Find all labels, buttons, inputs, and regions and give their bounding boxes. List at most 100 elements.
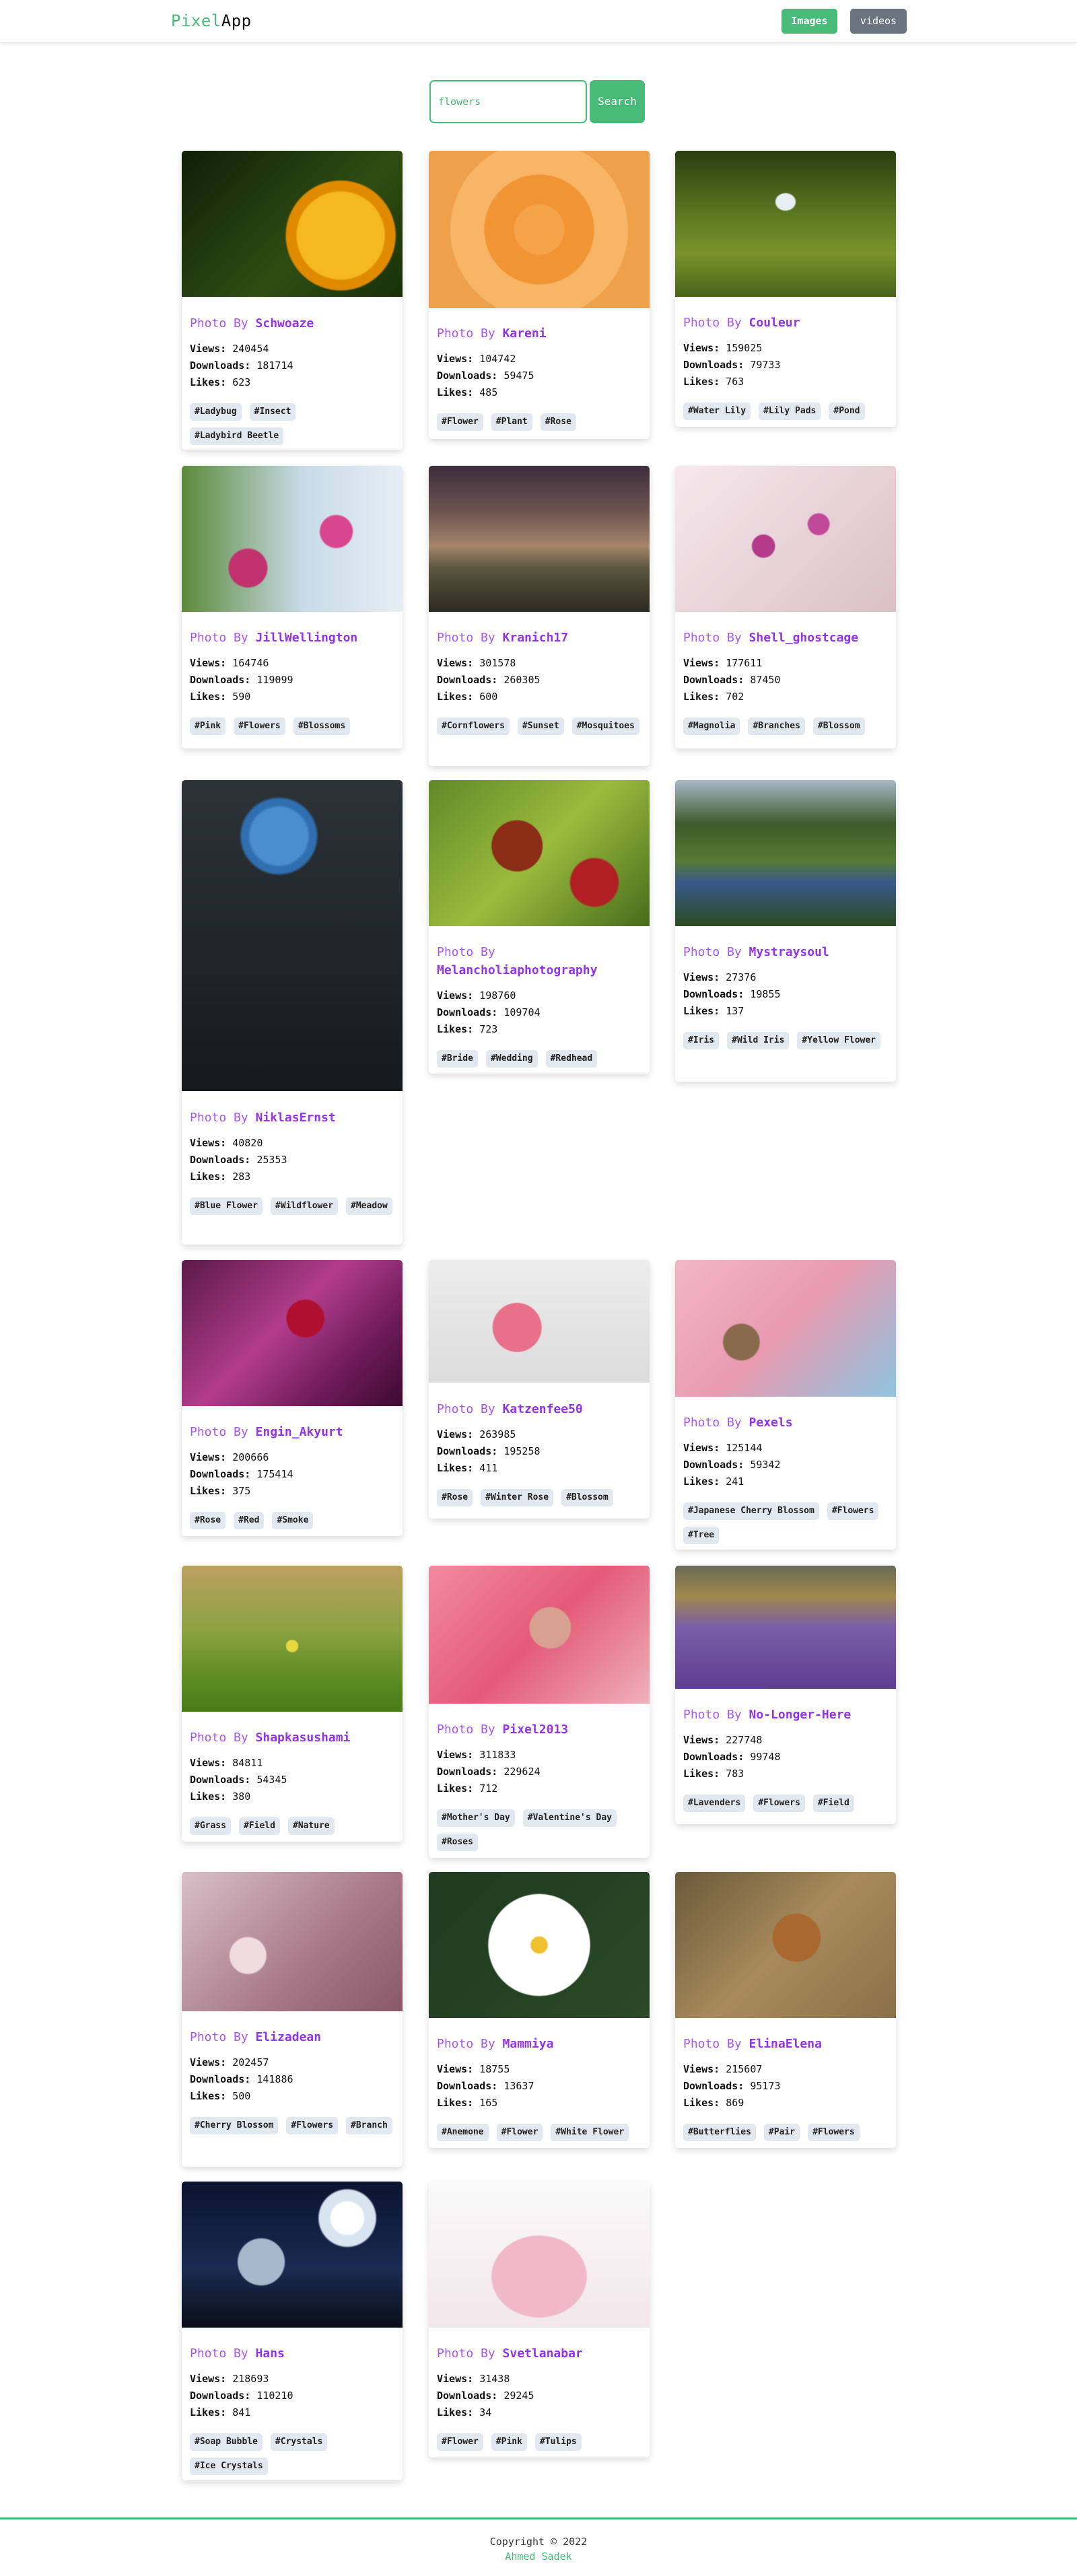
- brand-logo[interactable]: PixelApp: [171, 11, 252, 30]
- tag-badge[interactable]: #Flowers: [808, 2124, 860, 2141]
- tag-badge[interactable]: #Lavenders: [683, 1795, 746, 1812]
- card-photo[interactable]: [182, 1566, 403, 1712]
- card-author[interactable]: Couleur: [749, 316, 800, 330]
- tag-badge[interactable]: #Pink: [190, 718, 226, 735]
- tag-badge[interactable]: #Blue Flower: [190, 1197, 263, 1215]
- tag-badge[interactable]: #Flowers: [234, 718, 285, 735]
- card-author[interactable]: Shell_ghostcage: [749, 631, 859, 645]
- card-author[interactable]: Katzenfee50: [503, 1402, 583, 1416]
- card-author[interactable]: Mystraysoul: [749, 945, 829, 959]
- tag-badge[interactable]: #Flower: [437, 2433, 483, 2451]
- tag-badge[interactable]: #Redhead: [545, 1050, 598, 1068]
- card-photo[interactable]: [429, 151, 650, 308]
- tag-badge[interactable]: #Winter Rose: [481, 1489, 554, 1506]
- tag-badge[interactable]: #Plant: [491, 413, 532, 431]
- tag-badge[interactable]: #Rose: [437, 1489, 473, 1506]
- card-photo[interactable]: [675, 1260, 896, 1397]
- tag-badge[interactable]: #Magnolia: [683, 718, 740, 735]
- tag-badge[interactable]: #Valentine's Day: [522, 1809, 617, 1827]
- tag-badge[interactable]: #Yellow Flower: [797, 1032, 880, 1049]
- tag-badge[interactable]: #Crystals: [270, 2433, 328, 2451]
- tag-badge[interactable]: #Mosquitoes: [571, 718, 639, 735]
- tag-badge[interactable]: #Rose: [540, 413, 576, 431]
- tag-badge[interactable]: #Anemone: [437, 2124, 489, 2141]
- tag-badge[interactable]: #Sunset: [517, 718, 564, 735]
- card-photo[interactable]: [429, 1872, 650, 2018]
- card-photo[interactable]: [675, 151, 896, 297]
- card-author[interactable]: Schwoaze: [256, 316, 314, 330]
- card-author[interactable]: ElinaElena: [749, 2037, 822, 2051]
- card-photo[interactable]: [182, 1872, 403, 2011]
- card-photo[interactable]: [429, 1566, 650, 1704]
- card-photo[interactable]: [675, 1566, 896, 1689]
- tag-badge[interactable]: #Flower: [496, 2124, 543, 2141]
- tag-badge[interactable]: #Mother's Day: [437, 1809, 515, 1827]
- card-photo[interactable]: [429, 466, 650, 612]
- tag-badge[interactable]: #Iris: [683, 1032, 720, 1049]
- card-photo[interactable]: [182, 151, 403, 297]
- card-photo[interactable]: [429, 780, 650, 926]
- card-author[interactable]: Mammiya: [503, 2037, 554, 2051]
- tag-badge[interactable]: #Blossoms: [293, 718, 351, 735]
- tag-badge[interactable]: #Meadow: [346, 1197, 392, 1215]
- search-button[interactable]: Search: [590, 80, 645, 123]
- tag-badge[interactable]: #Soap Bubble: [190, 2433, 263, 2451]
- tag-badge[interactable]: #Pond: [829, 403, 865, 420]
- tag-badge[interactable]: #Wedding: [485, 1050, 538, 1068]
- tag-badge[interactable]: #Blossom: [812, 718, 865, 735]
- tag-badge[interactable]: #Field: [238, 1817, 280, 1835]
- card-author[interactable]: Shapkasushami: [256, 1731, 351, 1745]
- tag-badge[interactable]: #Butterflies: [683, 2124, 756, 2141]
- tag-badge[interactable]: #Cherry Blossom: [190, 2117, 279, 2134]
- tag-badge[interactable]: #Lily Pads: [759, 403, 821, 420]
- tag-badge[interactable]: #Bride: [437, 1050, 478, 1068]
- card-author[interactable]: JillWellington: [256, 631, 358, 645]
- tag-badge[interactable]: #Flower: [437, 413, 483, 431]
- tag-badge[interactable]: #Smoke: [272, 1512, 314, 1529]
- card-photo[interactable]: [675, 780, 896, 926]
- card-photo[interactable]: [182, 2182, 403, 2328]
- tag-badge[interactable]: #Field: [812, 1795, 854, 1812]
- tag-badge[interactable]: #Branch: [346, 2117, 392, 2134]
- tag-badge[interactable]: #Flowers: [827, 1502, 879, 1520]
- tag-badge[interactable]: #Tree: [683, 1527, 720, 1544]
- card-author[interactable]: Elizadean: [256, 2030, 322, 2044]
- tag-badge[interactable]: #Japanese Cherry Blossom: [683, 1502, 819, 1520]
- tag-badge[interactable]: #Ladybug: [190, 403, 242, 421]
- tag-badge[interactable]: #Pair: [763, 2124, 800, 2141]
- card-author[interactable]: Svetlanabar: [503, 2346, 583, 2361]
- tag-badge[interactable]: #Wild Iris: [727, 1032, 790, 1049]
- card-photo[interactable]: [182, 1260, 403, 1406]
- card-author[interactable]: NiklasErnst: [256, 1111, 336, 1125]
- card-author[interactable]: Pixel2013: [503, 1722, 569, 1737]
- tag-badge[interactable]: #Cornflowers: [437, 718, 510, 735]
- card-photo[interactable]: [675, 1872, 896, 2018]
- tag-badge[interactable]: #Branches: [748, 718, 805, 735]
- tag-badge[interactable]: #Flowers: [286, 2117, 339, 2134]
- tag-badge[interactable]: #Wildflower: [270, 1197, 339, 1215]
- search-input[interactable]: flowers: [429, 80, 587, 123]
- card-photo[interactable]: [429, 2182, 650, 2328]
- card-author[interactable]: Kareni: [503, 326, 547, 341]
- card-author[interactable]: No-Longer-Here: [749, 1708, 852, 1722]
- card-photo[interactable]: [182, 466, 403, 612]
- videos-button[interactable]: videos: [850, 9, 907, 34]
- tag-badge[interactable]: #Grass: [190, 1817, 231, 1835]
- card-author[interactable]: Kranich17: [503, 631, 569, 645]
- card-author[interactable]: Hans: [256, 2346, 285, 2361]
- tag-badge[interactable]: #Roses: [437, 1834, 478, 1851]
- footer-author-link[interactable]: Ahmed Sadek: [0, 2550, 1077, 2563]
- tag-badge[interactable]: #Ladybird Beetle: [190, 427, 284, 445]
- card-photo[interactable]: [429, 1260, 650, 1383]
- images-button[interactable]: Images: [781, 9, 837, 34]
- tag-badge[interactable]: #Flowers: [753, 1795, 805, 1812]
- tag-badge[interactable]: #Rose: [190, 1512, 226, 1529]
- tag-badge[interactable]: #Tulips: [534, 2433, 582, 2451]
- card-author[interactable]: Engin_Akyurt: [256, 1425, 343, 1439]
- tag-badge[interactable]: #White Flower: [551, 2124, 629, 2141]
- tag-badge[interactable]: #Nature: [287, 1817, 335, 1835]
- card-photo[interactable]: [675, 466, 896, 612]
- tag-badge[interactable]: #Blossom: [561, 1489, 613, 1506]
- tag-badge[interactable]: #Insect: [249, 403, 296, 421]
- tag-badge[interactable]: #Pink: [491, 2433, 527, 2451]
